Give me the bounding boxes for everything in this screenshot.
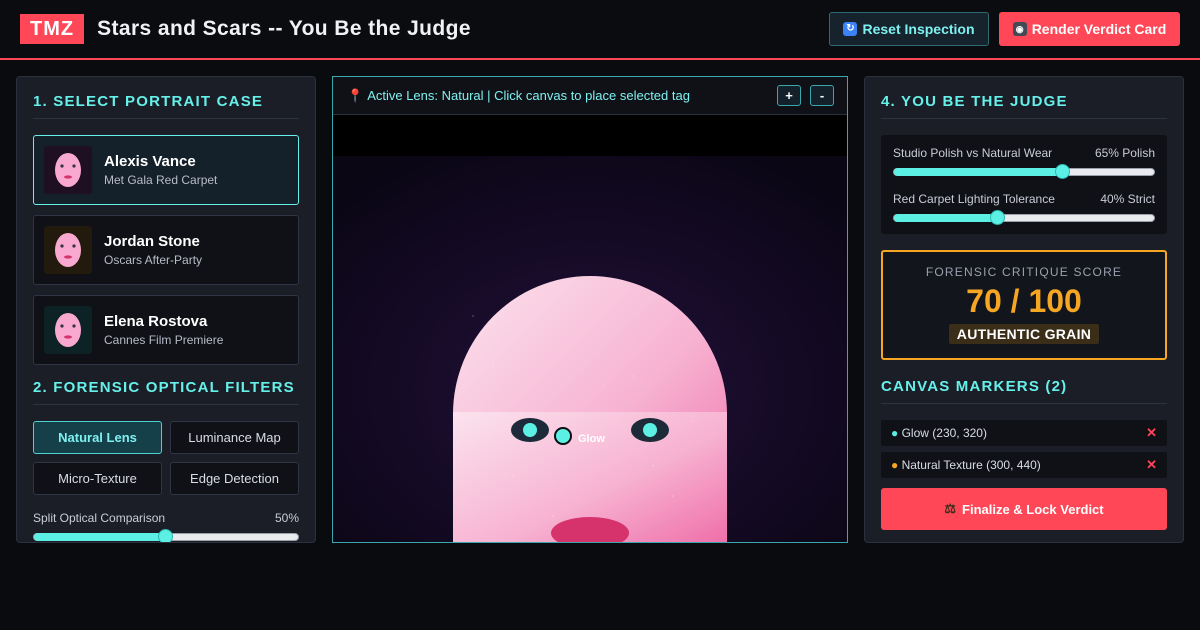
lens-status-bar: 📍 Active Lens: Natural | Click canvas to…	[333, 77, 847, 115]
score-card: FORENSIC CRITIQUE SCORE 70 / 100 AUTHENT…	[881, 250, 1167, 360]
case-card-alexis[interactable]: Alexis Vance Met Gala Red Carpet	[33, 135, 299, 205]
zoom-in-button[interactable]: +	[777, 85, 801, 106]
score-value: 70 / 100	[966, 283, 1082, 319]
filter-luminance-map[interactable]: Luminance Map	[170, 421, 299, 454]
inspection-canvas-panel: 📍 Active Lens: Natural | Click canvas to…	[332, 76, 848, 543]
lighting-slider-label: Red Carpet Lighting Tolerance	[893, 192, 1055, 206]
refresh-icon: ↻	[843, 22, 858, 36]
filter-grid: Natural Lens Luminance Map Micro-Texture…	[33, 421, 299, 495]
marker-item: ● Natural Texture (300, 440) ✕	[881, 452, 1167, 478]
face-thumb-icon	[55, 313, 81, 347]
glow-marker-pin[interactable]	[554, 427, 572, 445]
filters-title: 2. FORENSIC OPTICAL FILTERS	[33, 379, 299, 405]
marker-item: ● Glow (230, 320) ✕	[881, 420, 1167, 446]
remove-marker-icon[interactable]: ✕	[1146, 457, 1157, 473]
render-verdict-label: Render Verdict Card	[1031, 21, 1167, 37]
case-card-jordan[interactable]: Jordan Stone Oscars After-Party	[33, 215, 299, 285]
case-event: Cannes Film Premiere	[104, 333, 224, 347]
portrait-canvas[interactable]: Glow	[333, 116, 847, 543]
polish-slider-fill	[894, 168, 1063, 176]
marker-text: Glow (230, 320)	[901, 426, 987, 440]
zoom-out-button[interactable]: -	[810, 85, 834, 106]
polish-slider-handle[interactable]	[1055, 164, 1070, 179]
render-verdict-button[interactable]: ◉ Render Verdict Card	[999, 12, 1180, 46]
filter-edge-detection[interactable]: Edge Detection	[170, 462, 299, 495]
judge-title: 4. YOU BE THE JUDGE	[881, 93, 1167, 119]
markers-title: CANVAS MARKERS (2)	[881, 378, 1167, 404]
case-event: Oscars After-Party	[104, 253, 203, 267]
case-event: Met Gala Red Carpet	[104, 173, 218, 187]
glow-marker-label: Glow	[578, 433, 605, 445]
split-slider-handle[interactable]	[158, 529, 173, 542]
finalize-verdict-label: Finalize & Lock Verdict	[962, 501, 1104, 517]
select-case-title: 1. SELECT PORTRAIT CASE	[33, 93, 299, 119]
tmz-logo: TMZ	[20, 14, 85, 44]
score-label: FORENSIC CRITIQUE SCORE	[925, 265, 1123, 279]
left-panel: 1. SELECT PORTRAIT CASE Alexis Vance Met…	[16, 76, 316, 543]
polish-slider-header: Studio Polish vs Natural Wear 65% Polish	[893, 146, 1155, 160]
page-title: Stars and Scars -- You Be the Judge	[97, 17, 471, 40]
header-bar: TMZ Stars and Scars -- You Be the Judge …	[0, 0, 1200, 60]
split-slider-header: Split Optical Comparison 50%	[33, 511, 299, 525]
remove-marker-icon[interactable]: ✕	[1146, 425, 1157, 441]
scale-icon: ⚖	[944, 501, 957, 516]
marker-text: Natural Texture (300, 440)	[901, 458, 1041, 472]
marker-dot-icon: ●	[891, 458, 899, 472]
reset-inspection-label: Reset Inspection	[862, 21, 975, 37]
score-badge: AUTHENTIC GRAIN	[948, 324, 1100, 344]
case-name: Alexis Vance	[104, 153, 196, 170]
filter-natural-lens[interactable]: Natural Lens	[33, 421, 162, 454]
marker-dot-icon: ●	[891, 426, 899, 440]
lighting-slider-value: 40% Strict	[1100, 192, 1155, 206]
lighting-slider[interactable]	[893, 210, 1155, 225]
lens-status-text: Active Lens: Natural | Click canvas to p…	[367, 88, 690, 103]
split-slider-fill	[34, 533, 166, 541]
filter-micro-texture[interactable]: Micro-Texture	[33, 462, 162, 495]
case-name: Jordan Stone	[104, 233, 200, 250]
portrait-thumbnail	[44, 146, 92, 194]
polish-slider-value: 65% Polish	[1094, 146, 1155, 160]
split-slider-label: Split Optical Comparison	[33, 511, 166, 525]
reset-inspection-button[interactable]: ↻ Reset Inspection	[829, 12, 989, 46]
case-card-elena[interactable]: Elena Rostova Cannes Film Premiere	[33, 295, 299, 365]
portrait-thumbnail	[44, 226, 92, 274]
split-slider[interactable]	[33, 529, 299, 542]
lighting-slider-fill	[894, 214, 998, 222]
polish-slider-label: Studio Polish vs Natural Wear	[893, 146, 1053, 160]
empty-footer-area	[0, 543, 1200, 630]
judge-sliders: Studio Polish vs Natural Wear 65% Polish…	[881, 135, 1167, 234]
camera-icon: ◉	[1012, 22, 1027, 36]
face-thumb-icon	[55, 153, 81, 187]
pin-icon: 📍	[347, 87, 364, 103]
lighting-slider-header: Red Carpet Lighting Tolerance 40% Strict	[893, 192, 1155, 206]
case-name: Elena Rostova	[104, 313, 208, 330]
portrait-thumbnail	[44, 306, 92, 354]
face-thumb-icon	[55, 233, 81, 267]
finalize-verdict-button[interactable]: ⚖ Finalize & Lock Verdict	[881, 488, 1167, 530]
polish-slider[interactable]	[893, 164, 1155, 179]
lighting-slider-handle[interactable]	[990, 210, 1005, 225]
split-slider-value: 50%	[274, 511, 299, 525]
right-panel: 4. YOU BE THE JUDGE Studio Polish vs Nat…	[864, 76, 1184, 543]
